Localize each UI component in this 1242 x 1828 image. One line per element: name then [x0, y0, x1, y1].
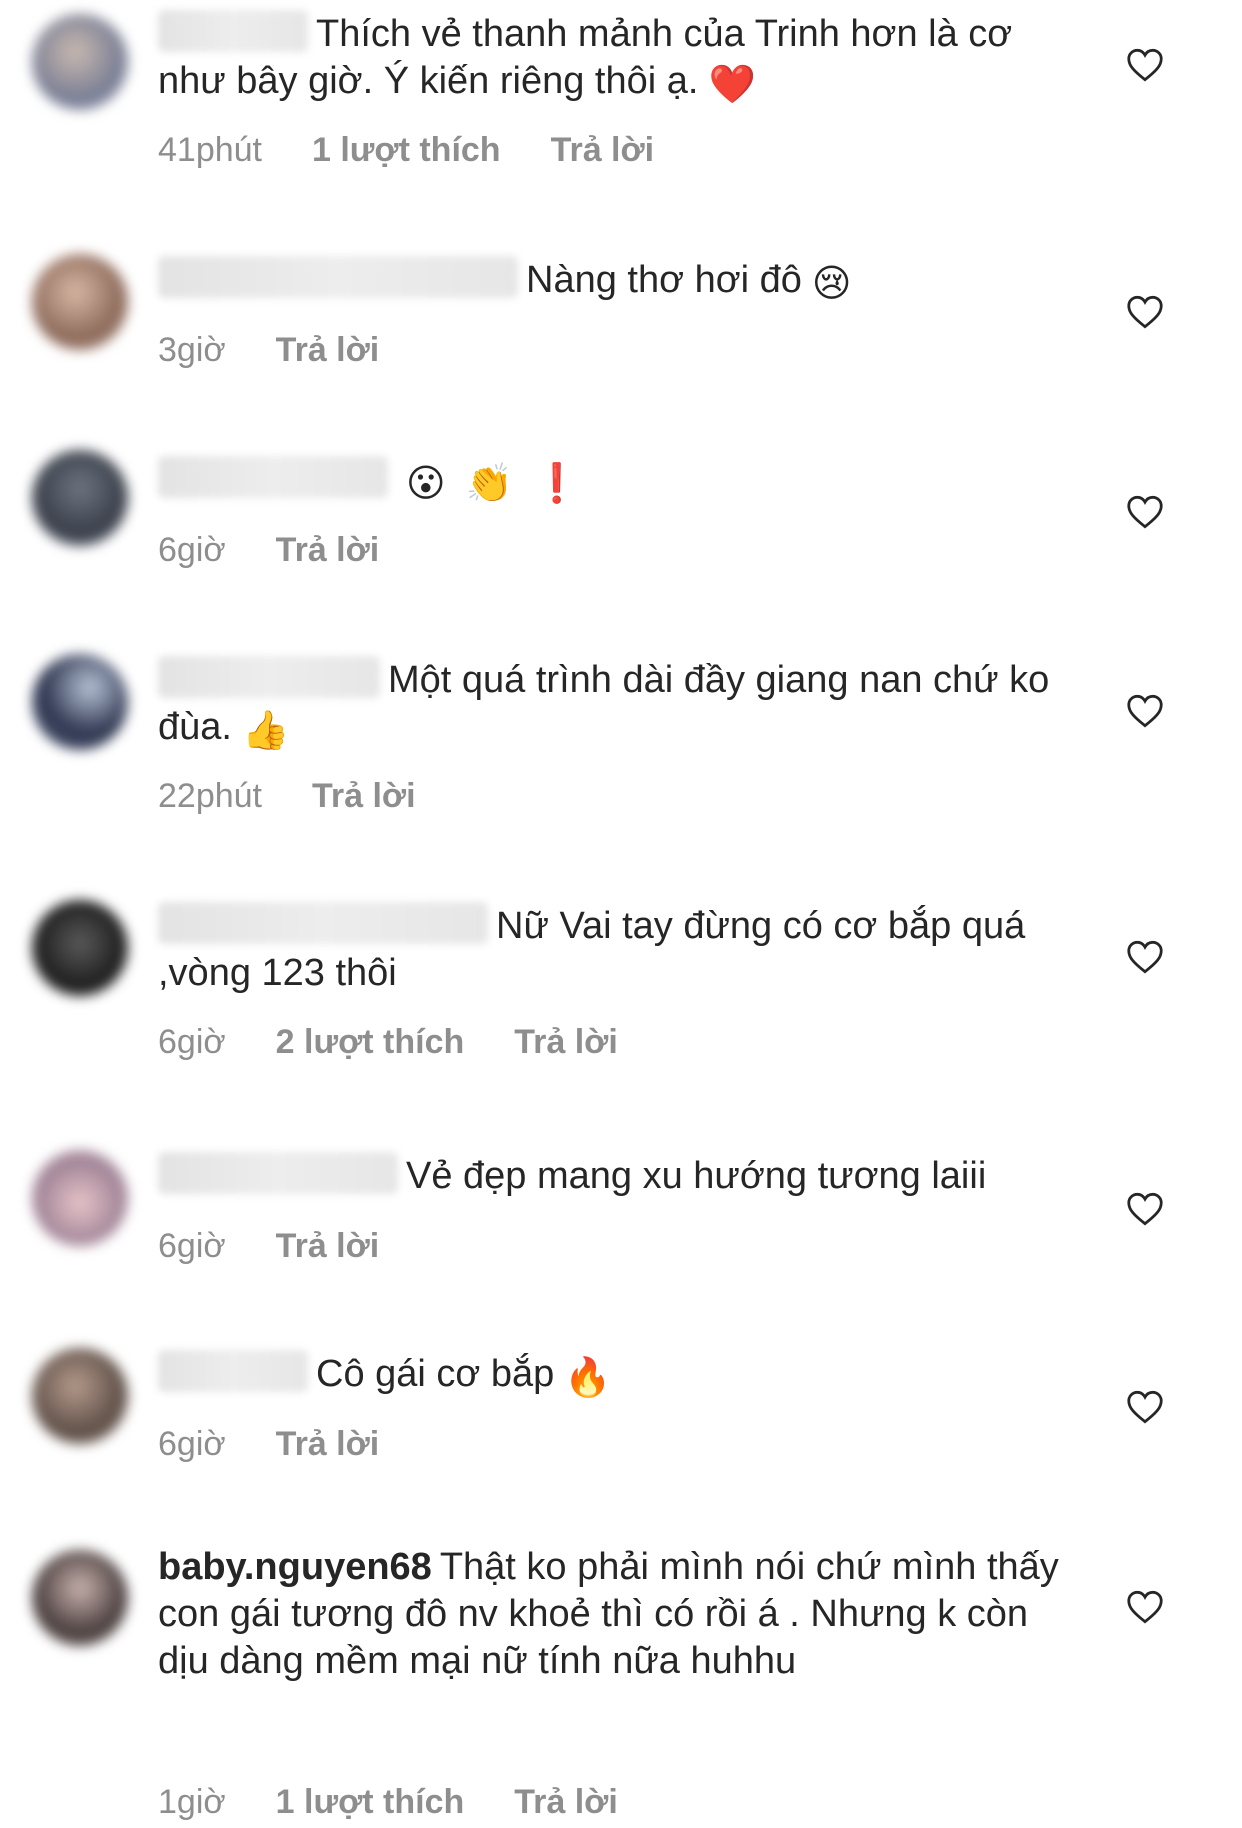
like-heart-icon[interactable]	[1126, 495, 1164, 529]
reply-button[interactable]: Trả lời	[276, 531, 380, 569]
comment-body: baby.nguyen68 Thật ko phải mình nói chứ m…	[158, 1544, 1078, 1685]
reply-button[interactable]: Trả lời	[551, 131, 655, 169]
comment-meta: 3giờ Trả lời	[158, 330, 429, 370]
comment-meta: 6giờ Trả lời	[158, 1226, 429, 1266]
comment-body: Vẻ đẹp mang xu hướng tương laiii	[158, 1152, 1078, 1200]
comment-item: Thích vẻ thanh mảnh của Trinh hơn là cơ …	[0, 0, 1242, 200]
comment-time: 6giờ	[158, 1023, 226, 1061]
like-heart-icon[interactable]	[1126, 1590, 1164, 1624]
likes-count[interactable]: 2 lượt thích	[276, 1023, 465, 1061]
comment-body: Nàng thơ hơi đô 😢	[158, 256, 1078, 304]
avatar[interactable]	[32, 900, 128, 996]
comment-meta: 6giờ 2 lượt thích Trả lời	[158, 1022, 668, 1062]
like-heart-icon[interactable]	[1126, 1192, 1164, 1226]
username[interactable]: baby.nguyen68	[158, 1544, 432, 1591]
username[interactable]	[158, 1350, 308, 1392]
avatar[interactable]	[32, 1348, 128, 1444]
reply-button[interactable]: Trả lời	[276, 1425, 380, 1463]
like-heart-icon[interactable]	[1126, 295, 1164, 329]
comment-time: 6giờ	[158, 1425, 226, 1463]
comment-body: Nữ Vai tay đừng có cơ bắp quá ,vòng 123 …	[158, 902, 1078, 997]
avatar[interactable]	[32, 450, 128, 546]
fire-emoji: 🔥	[564, 1355, 612, 1399]
comment-time: 1giờ	[158, 1783, 226, 1821]
username[interactable]	[158, 456, 388, 498]
comment-item: Nữ Vai tay đừng có cơ bắp quá ,vòng 123 …	[0, 880, 1242, 1080]
thumbs-up-emoji: 👍	[241, 708, 290, 752]
reply-button[interactable]: Trả lời	[312, 777, 416, 815]
comment-text: Cô gái cơ bắp	[316, 1353, 555, 1395]
comment-body: Cô gái cơ bắp 🔥	[158, 1350, 1078, 1398]
comment-meta: 22phút Trả lời	[158, 776, 466, 816]
username[interactable]	[158, 656, 380, 698]
comment-item: baby.nguyen68 Thật ko phải mình nói chứ m…	[0, 1530, 1242, 1828]
comment-item: Vẻ đẹp mang xu hướng tương laiii 6giờ Trả…	[0, 1130, 1242, 1310]
username[interactable]	[158, 10, 308, 52]
comment-meta: 1giờ 1 lượt thích Trả lời	[158, 1782, 668, 1822]
comment-item: Nàng thơ hơi đô 😢 3giờ Trả lời	[0, 220, 1242, 400]
like-heart-icon[interactable]	[1126, 694, 1164, 728]
comment-body: Một quá trình dài đầy giang nan chứ ko đ…	[158, 656, 1078, 751]
likes-count[interactable]: 1 lượt thích	[312, 131, 501, 169]
heart-emoji: ❤️	[708, 62, 756, 106]
comment-meta: 6giờ Trả lời	[158, 530, 429, 570]
comment-time: 6giờ	[158, 1227, 226, 1265]
comment-body: Thích vẻ thanh mảnh của Trinh hơn là cơ …	[158, 10, 1078, 105]
like-heart-icon[interactable]	[1126, 940, 1164, 974]
comment-meta: 6giờ Trả lời	[158, 1424, 429, 1464]
comment-meta: 41phút 1 lượt thích Trả lời	[158, 130, 704, 170]
like-heart-icon[interactable]	[1126, 1390, 1164, 1424]
crying-emoji: 😢	[811, 261, 852, 305]
username[interactable]	[158, 1152, 398, 1194]
avatar[interactable]	[32, 14, 128, 110]
avatar[interactable]	[32, 654, 128, 750]
reply-button[interactable]: Trả lời	[514, 1783, 618, 1821]
comment-item: Cô gái cơ bắp 🔥 6giờ Trả lời	[0, 1330, 1242, 1510]
comment-time: 22phút	[158, 777, 262, 815]
username[interactable]	[158, 256, 518, 298]
avatar[interactable]	[32, 254, 128, 350]
comment-text: Vẻ đẹp mang xu hướng tương laiii	[406, 1155, 987, 1197]
comment-time: 41phút	[158, 131, 262, 169]
comment-body: 😮 👏 ❗	[158, 456, 1078, 504]
likes-count[interactable]: 1 lượt thích	[276, 1783, 465, 1821]
reply-button[interactable]: Trả lời	[514, 1023, 618, 1061]
avatar[interactable]	[32, 1150, 128, 1246]
reaction-emojis: 😮 👏 ❗	[406, 461, 585, 505]
reply-button[interactable]: Trả lời	[276, 1227, 380, 1265]
comment-time: 3giờ	[158, 331, 226, 369]
comment-time: 6giờ	[158, 531, 226, 569]
comment-item: Một quá trình dài đầy giang nan chứ ko đ…	[0, 620, 1242, 840]
comment-item: 😮 👏 ❗ 6giờ Trả lời	[0, 420, 1242, 600]
reply-button[interactable]: Trả lời	[276, 331, 380, 369]
like-heart-icon[interactable]	[1126, 48, 1164, 82]
comment-text: Nàng thơ hơi đô	[526, 259, 802, 301]
avatar[interactable]	[32, 1550, 128, 1646]
username[interactable]	[158, 902, 488, 944]
